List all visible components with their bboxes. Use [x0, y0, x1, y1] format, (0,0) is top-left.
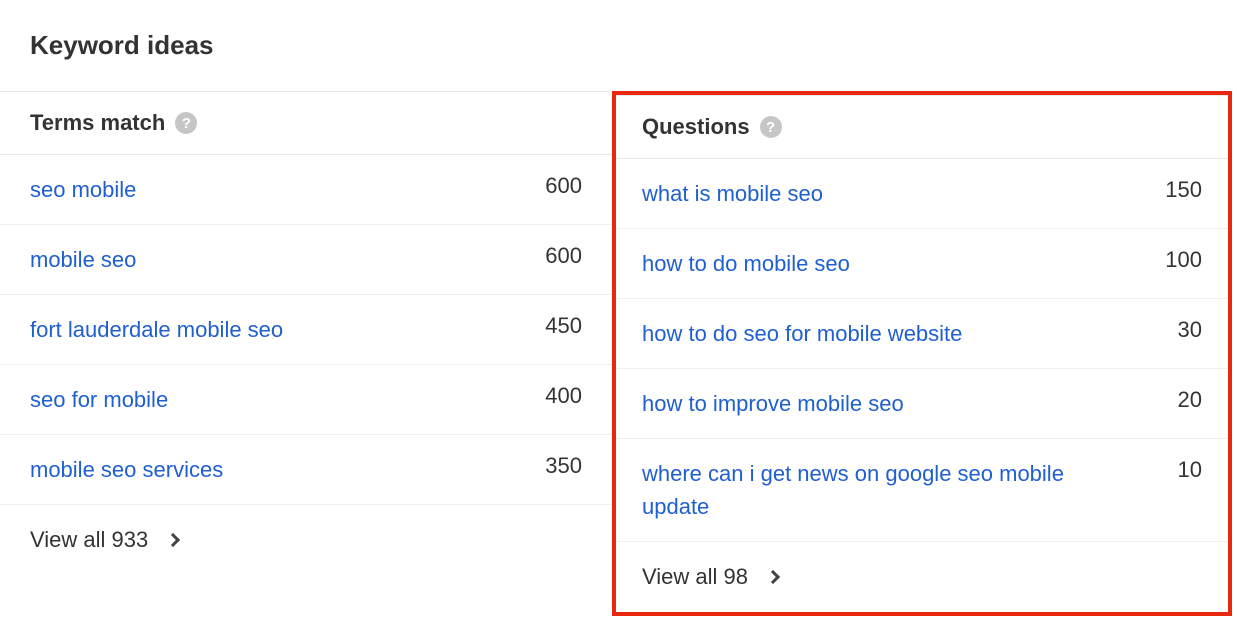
keyword-volume: 350: [529, 453, 582, 479]
table-row: mobile seo services 350: [0, 435, 612, 505]
terms-match-rows: seo mobile 600 mobile seo 600 fort laude…: [0, 155, 612, 505]
table-row: seo mobile 600: [0, 155, 612, 225]
questions-rows: what is mobile seo 150 how to do mobile …: [616, 159, 1228, 542]
terms-match-column: Terms match ? seo mobile 600 mobile seo …: [0, 91, 612, 616]
keyword-volume: 30: [1162, 317, 1202, 343]
keyword-volume: 10: [1162, 457, 1202, 483]
view-all-terms-button[interactable]: View all 933: [0, 505, 612, 575]
keyword-volume: 100: [1149, 247, 1202, 273]
terms-match-header: Terms match ?: [0, 91, 612, 155]
view-all-questions-button[interactable]: View all 98: [616, 542, 1228, 612]
keyword-link[interactable]: what is mobile seo: [642, 177, 823, 210]
help-icon[interactable]: ?: [175, 112, 197, 134]
view-all-questions-label: View all 98: [642, 564, 748, 590]
table-row: fort lauderdale mobile seo 450: [0, 295, 612, 365]
keyword-link[interactable]: how to do mobile seo: [642, 247, 850, 280]
questions-header: Questions ?: [616, 95, 1228, 159]
chevron-right-icon: [166, 533, 180, 547]
help-icon[interactable]: ?: [760, 116, 782, 138]
keyword-volume: 450: [529, 313, 582, 339]
table-row: where can i get news on google seo mobil…: [616, 439, 1228, 542]
table-row: what is mobile seo 150: [616, 159, 1228, 229]
view-all-terms-label: View all 933: [30, 527, 148, 553]
table-row: mobile seo 600: [0, 225, 612, 295]
keyword-volume: 600: [529, 243, 582, 269]
table-row: how to do mobile seo 100: [616, 229, 1228, 299]
table-row: how to do seo for mobile website 30: [616, 299, 1228, 369]
questions-title: Questions: [642, 114, 750, 140]
keyword-link[interactable]: how to do seo for mobile website: [642, 317, 962, 350]
keyword-link[interactable]: mobile seo services: [30, 453, 223, 486]
keyword-volume: 20: [1162, 387, 1202, 413]
chevron-right-icon: [766, 570, 780, 584]
keyword-link[interactable]: how to improve mobile seo: [642, 387, 904, 420]
terms-match-title: Terms match: [30, 110, 165, 136]
keyword-link[interactable]: mobile seo: [30, 243, 136, 276]
keyword-volume: 150: [1149, 177, 1202, 203]
keyword-ideas-panel: Keyword ideas Terms match ? seo mobile 6…: [0, 0, 1238, 616]
table-row: how to improve mobile seo 20: [616, 369, 1228, 439]
page-title: Keyword ideas: [30, 30, 1238, 61]
keyword-link[interactable]: seo mobile: [30, 173, 136, 206]
keyword-volume: 400: [529, 383, 582, 409]
table-row: seo for mobile 400: [0, 365, 612, 435]
columns: Terms match ? seo mobile 600 mobile seo …: [0, 91, 1238, 616]
questions-column: Questions ? what is mobile seo 150 how t…: [612, 91, 1232, 616]
keyword-link[interactable]: fort lauderdale mobile seo: [30, 313, 283, 346]
keyword-link[interactable]: where can i get news on google seo mobil…: [642, 457, 1090, 523]
keyword-volume: 600: [529, 173, 582, 199]
keyword-link[interactable]: seo for mobile: [30, 383, 168, 416]
